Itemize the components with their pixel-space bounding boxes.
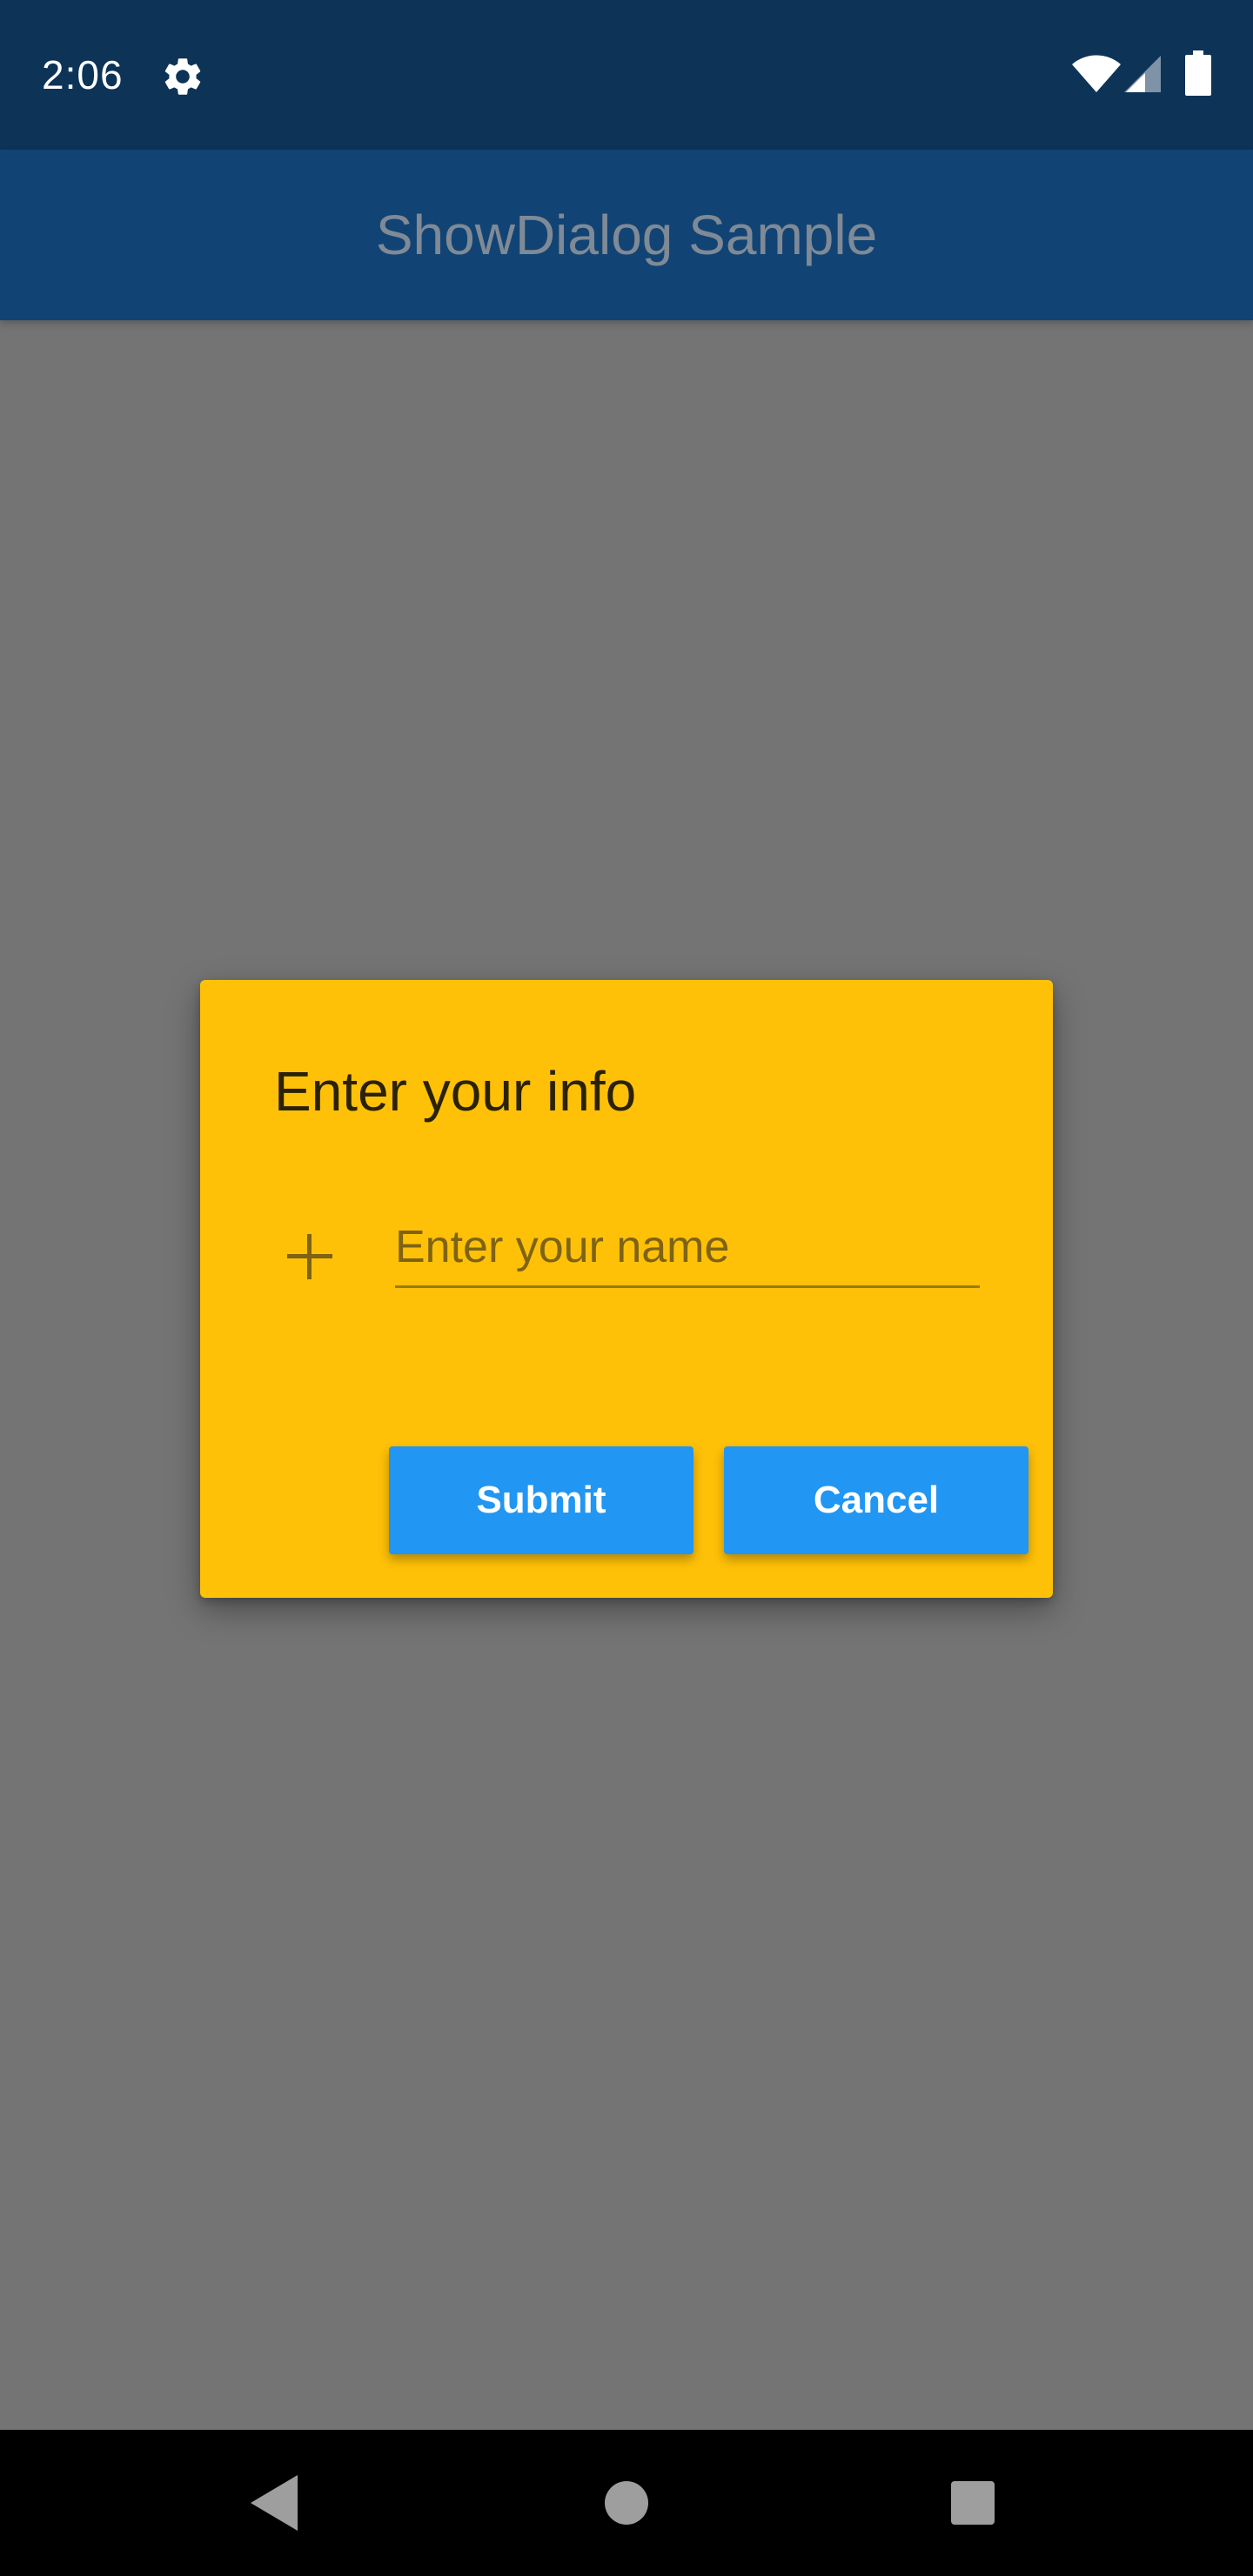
- app-bar: ShowDialog Sample: [0, 150, 1253, 320]
- dialog: Enter your info Submit Cancel: [200, 980, 1053, 1598]
- add-icon: [287, 1234, 332, 1279]
- screen: 2:06 ShowDialog Sample Enter your info S…: [0, 0, 1253, 2576]
- name-input[interactable]: [395, 1208, 980, 1288]
- submit-button[interactable]: Submit: [389, 1446, 694, 1554]
- back-icon[interactable]: [247, 2472, 303, 2534]
- status-bar: 2:06: [0, 0, 1253, 150]
- signal-icon: [1124, 56, 1161, 92]
- dialog-title: Enter your info: [274, 1060, 637, 1123]
- app-title: ShowDialog Sample: [375, 204, 878, 266]
- wifi-icon: [1072, 55, 1121, 92]
- recents-icon[interactable]: [948, 2479, 997, 2527]
- status-time: 2:06: [42, 52, 124, 97]
- cancel-button[interactable]: Cancel: [724, 1446, 1029, 1554]
- home-icon[interactable]: [600, 2477, 653, 2529]
- gear-icon: [164, 58, 201, 95]
- battery-icon: [1185, 50, 1211, 96]
- navigation-bar: [0, 2430, 1253, 2576]
